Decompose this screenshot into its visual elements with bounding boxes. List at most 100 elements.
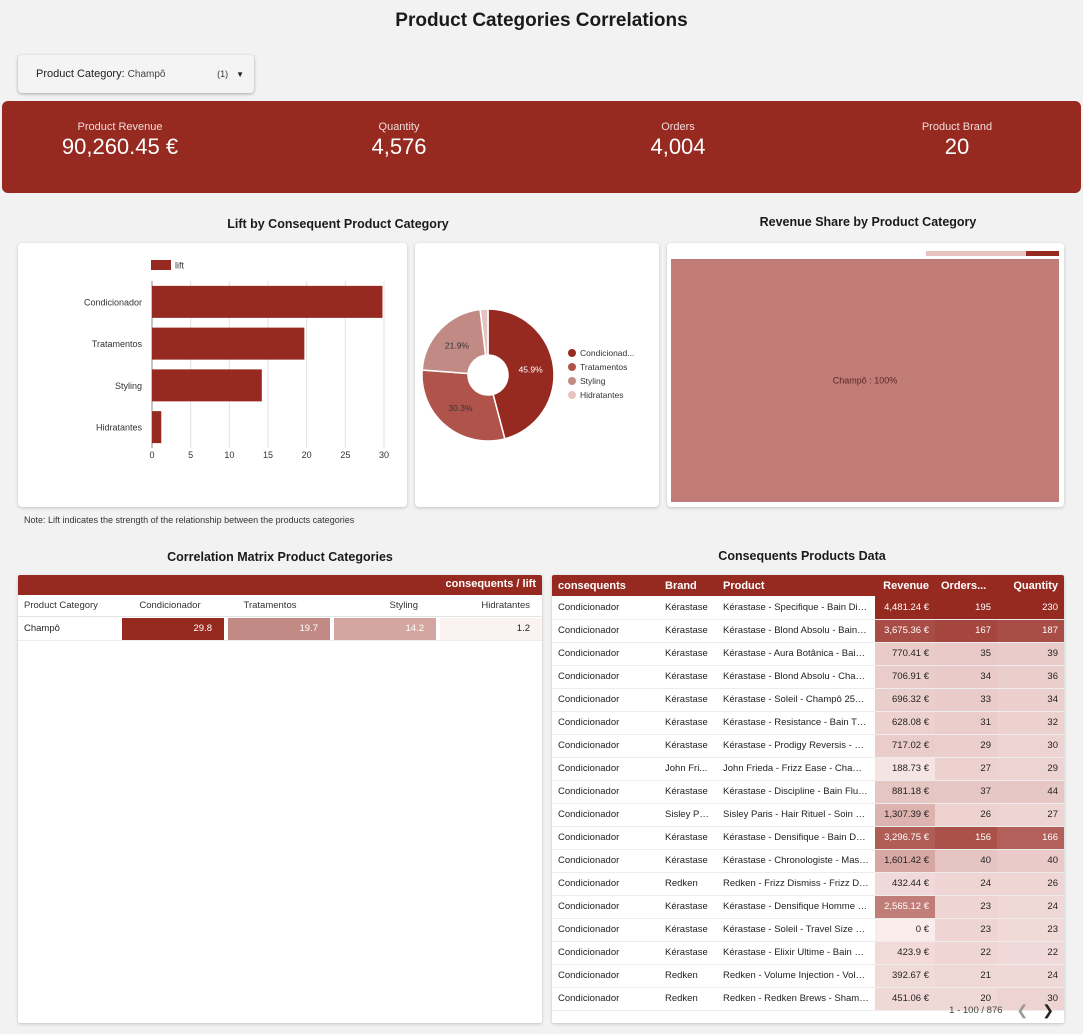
- table-cell: 22: [935, 941, 997, 965]
- column-header[interactable]: Brand: [659, 575, 717, 596]
- table-row[interactable]: Condicionador Sisley Pa... Sisley Paris - …: [552, 803, 1064, 827]
- table-cell: 30: [997, 734, 1064, 758]
- legend-dot: [568, 363, 576, 371]
- table-row[interactable]: Condicionador Kérastase Kérastase - Specif…: [552, 596, 1064, 620]
- table-row[interactable]: Condicionador Kérastase Kérastase - Blond …: [552, 665, 1064, 689]
- table-row[interactable]: Condicionador Kérastase Kérastase - Prodig…: [552, 734, 1064, 758]
- table-row[interactable]: Condicionador Kérastase Kérastase - Soleil…: [552, 688, 1064, 712]
- table-cell: Kérastase: [659, 619, 717, 643]
- table-cell: 188.73 €: [875, 757, 935, 781]
- table-cell: Condicionador: [552, 918, 659, 942]
- kpi-value: 4,576: [371, 134, 427, 159]
- lift-bar-chart-card: 0 5 10 15 20 25 30 lift Condicionador Tratamentos…: [18, 243, 407, 507]
- table-row[interactable]: Condicionador Kérastase Kérastase - Resist…: [552, 711, 1064, 735]
- x-tick-label: 0: [149, 450, 154, 460]
- table-cell: Kérastase - Densifique Homme - Champô: [717, 895, 875, 919]
- table-cell: 195: [935, 596, 997, 620]
- treemap-tile-label: Champô : 100%: [833, 376, 898, 386]
- table-cell: Condicionador: [552, 665, 659, 689]
- matrix-col-header[interactable]: Tratamentos: [222, 600, 318, 611]
- legend-dot: [568, 377, 576, 385]
- x-tick-label: 30: [379, 450, 389, 460]
- column-header[interactable]: consequents: [552, 575, 659, 596]
- kpi-band: Product Revenue 90,260.45 € Quantity 4,5…: [2, 101, 1081, 193]
- kpi-value: 20: [944, 134, 970, 159]
- table-cell: Condicionador: [552, 895, 659, 919]
- table-row[interactable]: Condicionador Kérastase Kérastase - Aura B…: [552, 642, 1064, 666]
- table-cell: Kérastase: [659, 688, 717, 712]
- table-row[interactable]: Condicionador Kérastase Kérastase - Chrono…: [552, 849, 1064, 873]
- table-cell: Condicionador: [552, 826, 659, 850]
- treemap-scale-high: [1026, 251, 1059, 256]
- table-cell: 451.06 €: [875, 987, 935, 1011]
- table-cell: 770.41 €: [875, 642, 935, 666]
- table-cell: Condicionador: [552, 642, 659, 666]
- column-header[interactable]: Revenue: [875, 575, 935, 596]
- matrix-col-header[interactable]: Condicionador: [122, 600, 218, 611]
- matrix-row-header[interactable]: Product Category: [18, 600, 118, 611]
- column-header[interactable]: Quantity: [997, 575, 1064, 596]
- table-cell: Redken: [659, 964, 717, 988]
- legend-dot: [568, 391, 576, 399]
- next-page-icon[interactable]: ❯: [1042, 1002, 1054, 1019]
- legend-label: lift: [175, 261, 184, 271]
- table-cell: Condicionador: [552, 849, 659, 873]
- table-cell: 166: [997, 826, 1064, 850]
- table-cell: 696.32 €: [875, 688, 935, 712]
- matrix-header: consequents / lift: [18, 575, 542, 595]
- table-cell: 432.44 €: [875, 872, 935, 896]
- table-cell: Condicionador: [552, 619, 659, 643]
- table-row[interactable]: Condicionador Kérastase Kérastase - Discip…: [552, 780, 1064, 804]
- kpi-value: 90,260.45 €: [61, 134, 179, 159]
- table-cell: 3,675.36 €: [875, 619, 935, 643]
- table-cell: 24: [997, 964, 1064, 988]
- revenue-treemap: Champô : 100%: [671, 251, 1059, 502]
- table-row[interactable]: Condicionador Kérastase Kérastase - Densif…: [552, 895, 1064, 919]
- legend-label: Condicionad...: [580, 348, 634, 358]
- lift-note: Note: Lift indicates the strength of the…: [24, 515, 355, 525]
- table-cell: 29: [935, 734, 997, 758]
- column-header[interactable]: Orders...: [935, 575, 997, 596]
- column-header[interactable]: Product: [717, 575, 875, 596]
- table-cell: Kérastase - Blond Absolu - Champô Lumièr…: [717, 665, 875, 689]
- kpi-product-brand: Product Brand 20: [847, 121, 1067, 160]
- slice-value-label: 45.9%: [519, 364, 544, 374]
- table-row[interactable]: Condicionador Redken Redken - Frizz Dismis…: [552, 872, 1064, 896]
- table-cell: 881.18 €: [875, 780, 935, 804]
- y-category-label: Tratamentos: [92, 339, 143, 349]
- table-cell: 392.67 €: [875, 964, 935, 988]
- table-cell: 167: [935, 619, 997, 643]
- table-cell: 23: [935, 918, 997, 942]
- legend-label: Styling: [580, 376, 606, 386]
- table-cell: 1,307.39 €: [875, 803, 935, 827]
- table-cell: Kérastase: [659, 918, 717, 942]
- table-cell: Condicionador: [552, 964, 659, 988]
- x-tick-label: 15: [263, 450, 273, 460]
- dropdown-caret-icon[interactable]: ▼: [236, 70, 244, 79]
- product-category-filter[interactable]: Product Category: Champô (1) ▼: [18, 55, 254, 93]
- table-row[interactable]: Condicionador Kérastase Kérastase - Soleil…: [552, 918, 1064, 942]
- table-cell: John Frieda - Frizz Ease - Champô Repara…: [717, 757, 875, 781]
- table-cell: 26: [935, 803, 997, 827]
- table-row[interactable]: Condicionador Kérastase Kérastase - Densif…: [552, 826, 1064, 850]
- legend-dot: [568, 349, 576, 357]
- matrix-col-header[interactable]: Hidratantes: [434, 600, 542, 611]
- table-cell: Kérastase - Discipline - Bain Fluidéalis…: [717, 780, 875, 804]
- table-row[interactable]: Condicionador John Fri... John Frieda - Fr…: [552, 757, 1064, 781]
- table-cell: Condicionador: [552, 734, 659, 758]
- lift-bar-chart: 0 5 10 15 20 25 30 lift Condicionador Tratamentos…: [84, 260, 389, 460]
- matrix-row-label: Champô: [24, 623, 60, 634]
- table-cell: 23: [935, 895, 997, 919]
- consequents-data-table-card: consequents Brand Product Revenue Orders…: [552, 575, 1064, 1023]
- filter-label: Product Category:: [36, 68, 125, 80]
- correlation-matrix: consequents / lift Product Category Cond…: [18, 575, 542, 1023]
- table-row[interactable]: Condicionador Redken Redken - Volume Injec…: [552, 964, 1064, 988]
- table-cell: 36: [997, 665, 1064, 689]
- matrix-col-header[interactable]: Styling: [322, 600, 430, 611]
- table-cell: Redken - Volume Injection - Volume Shamp…: [717, 964, 875, 988]
- table-row[interactable]: Condicionador Kérastase Kérastase - Blond …: [552, 619, 1064, 643]
- matrix-column-headers: Product Category Condicionador Tratament…: [18, 595, 542, 617]
- table-cell: Kérastase - Specifique - Bain Divalent 2…: [717, 596, 875, 620]
- table-row[interactable]: Condicionador Kérastase Kérastase - Elixir…: [552, 941, 1064, 965]
- prev-page-icon[interactable]: ❮: [1017, 1002, 1029, 1019]
